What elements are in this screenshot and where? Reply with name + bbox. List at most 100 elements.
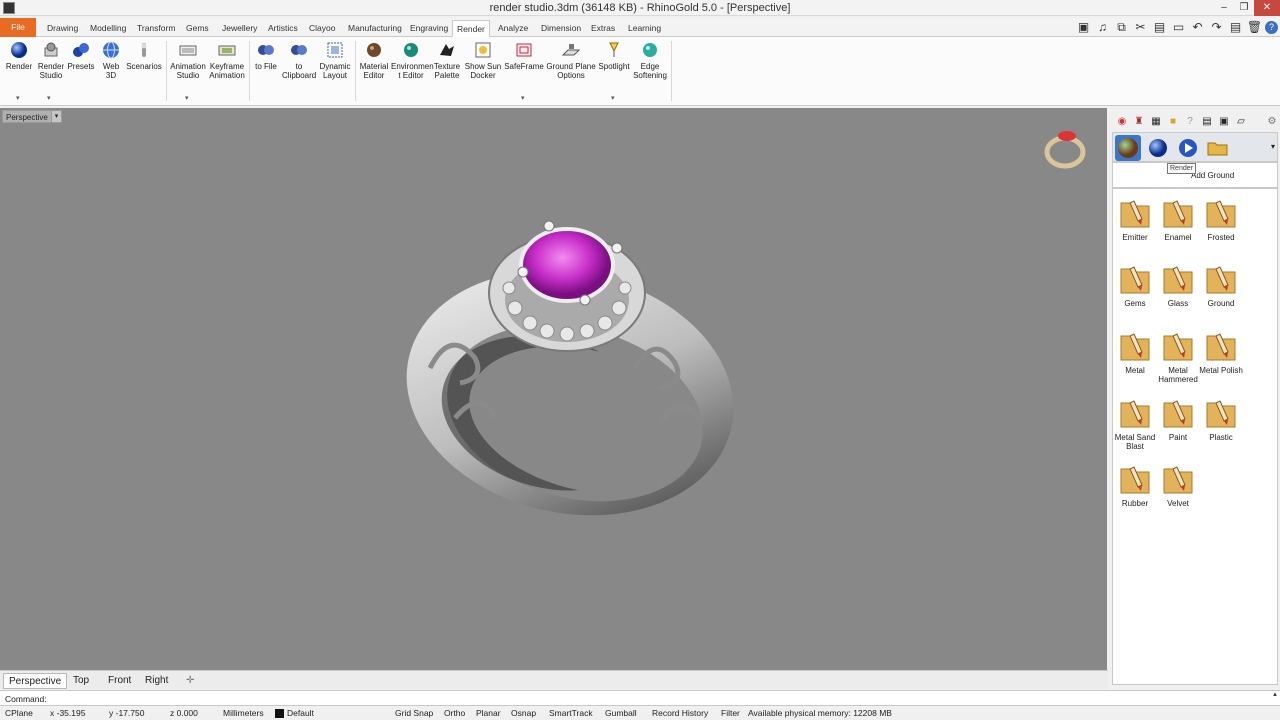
render-group-expand-icon[interactable]: ▾ — [16, 94, 20, 102]
material-editor-button[interactable]: Material Editor — [358, 41, 390, 80]
tab-right[interactable]: Right — [140, 673, 173, 689]
navigation-ring-icon[interactable] — [1043, 126, 1087, 170]
scenarios-button[interactable]: Scenarios — [126, 41, 162, 72]
paste-icon[interactable]: ▤ — [1151, 19, 1168, 36]
layer-label[interactable]: Default — [287, 708, 314, 718]
render-button[interactable] — [1145, 135, 1171, 161]
undo-icon[interactable]: ↶ — [1189, 19, 1206, 36]
add-viewport-icon[interactable]: ✛ — [181, 673, 199, 689]
delete-icon[interactable]: 🗑 — [1246, 19, 1263, 36]
dynamic-layout-button[interactable]: Dynamic Layout — [318, 41, 352, 80]
minimize-button[interactable]: – — [1214, 0, 1234, 16]
tab-learning[interactable]: Learning — [624, 20, 665, 37]
material-folder-ground[interactable]: Ground — [1200, 261, 1242, 308]
spotlight-button[interactable]: Spotlight — [598, 41, 630, 72]
material-folder-paint[interactable]: Paint — [1157, 395, 1199, 442]
tab-top[interactable]: Top — [68, 673, 94, 689]
shield-icon[interactable]: ♜ — [1132, 115, 1146, 129]
close-button[interactable]: ✕ — [1254, 0, 1280, 16]
units-label[interactable]: Millimeters — [223, 708, 264, 718]
material-folder-rubber[interactable]: Rubber — [1114, 461, 1156, 508]
smarttrack-toggle[interactable]: SmartTrack — [549, 708, 593, 718]
material-folder-velvet[interactable]: Velvet — [1157, 461, 1199, 508]
texture-palette-button[interactable]: Texture Palette — [432, 41, 462, 80]
material-folder-plastic[interactable]: Plastic — [1200, 395, 1242, 442]
render-studio-expand-icon[interactable]: ▾ — [47, 94, 51, 102]
redo-icon[interactable]: ↷ — [1208, 19, 1225, 36]
image-icon[interactable]: ▣ — [1075, 19, 1092, 36]
tab-transform[interactable]: Transform — [133, 20, 179, 37]
material-sphere-button[interactable] — [1115, 135, 1141, 161]
planar-toggle[interactable]: Planar — [476, 708, 501, 718]
grid-snap-toggle[interactable]: Grid Snap — [395, 708, 433, 718]
add-ground-button[interactable]: Add Ground — [1191, 171, 1234, 180]
palette-icon[interactable]: ▱ — [1234, 115, 1248, 129]
help-icon[interactable]: ? — [1265, 21, 1278, 34]
viewport-label[interactable]: Perspective — [2, 110, 52, 123]
show-sun-docker-button[interactable]: Show Sun Docker — [464, 41, 502, 80]
material-folder-gems[interactable]: Gems — [1114, 261, 1156, 308]
play-animation-button[interactable] — [1175, 135, 1201, 161]
tab-drawing[interactable]: Drawing — [43, 20, 82, 37]
material-folder-metal-sand-blast[interactable]: Metal Sand Blast — [1114, 395, 1156, 451]
to-file-button[interactable]: to File — [253, 41, 279, 72]
tab-render[interactable]: Render — [452, 20, 490, 37]
cut-icon[interactable]: ✂ — [1132, 19, 1149, 36]
tab-manufacturing[interactable]: Manufacturing — [344, 20, 406, 37]
web3d-button[interactable]: Web 3D — [98, 41, 124, 80]
tab-modelling[interactable]: Modelling — [86, 20, 130, 37]
render-button[interactable]: Render — [5, 41, 33, 72]
lights-expand-icon[interactable]: ▾ — [611, 94, 615, 102]
render-studio-button[interactable]: Render Studio — [36, 41, 66, 80]
material-folder-emitter[interactable]: Emitter — [1114, 195, 1156, 242]
command-input[interactable] — [50, 692, 1250, 705]
layers-icon[interactable]: ▦ — [1149, 115, 1163, 129]
presets-button[interactable]: Presets — [67, 41, 95, 72]
edge-softening-button[interactable]: Edge Softening — [632, 41, 668, 80]
tab-artistics[interactable]: Artistics — [264, 20, 302, 37]
command-scroll-icon[interactable]: ▴ — [1270, 690, 1280, 704]
viewport-menu-arrow-icon[interactable]: ▾ — [51, 110, 62, 123]
osnap-toggle[interactable]: Osnap — [511, 708, 536, 718]
clipboard-icon[interactable]: ▭ — [1170, 19, 1187, 36]
tab-gems[interactable]: Gems — [182, 20, 213, 37]
restore-button[interactable]: ❐ — [1234, 0, 1254, 16]
open-folder-button[interactable] — [1205, 135, 1231, 161]
tab-analyze[interactable]: Analyze — [494, 20, 532, 37]
tab-jewellery[interactable]: Jewellery — [218, 20, 261, 37]
perspective-viewport[interactable]: Perspective ▾ — [0, 108, 1107, 670]
image-icon[interactable]: ▣ — [1217, 115, 1231, 129]
safeframe-button[interactable]: SafeFrame — [504, 41, 544, 72]
save-icon[interactable]: ▤ — [1227, 19, 1244, 36]
tab-dimension[interactable]: Dimension — [537, 20, 585, 37]
record-history-toggle[interactable]: Record History — [652, 708, 708, 718]
folder-icon[interactable]: ■ — [1166, 115, 1180, 129]
tab-file[interactable]: File — [0, 18, 36, 37]
color-icon[interactable]: ◉ — [1115, 115, 1129, 129]
copy-icon[interactable]: ⧉ — [1113, 19, 1130, 36]
materials-expand-icon[interactable]: ▾ — [521, 94, 525, 102]
document-icon[interactable]: ▤ — [1200, 115, 1214, 129]
ortho-toggle[interactable]: Ortho — [444, 708, 465, 718]
panel-settings-icon[interactable]: ⚙ — [1265, 115, 1279, 129]
ground-plane-options-button[interactable]: Ground Plane Options — [546, 41, 596, 80]
to-clipboard-button[interactable]: to Clipboard — [282, 41, 316, 80]
material-folder-frosted[interactable]: Frosted — [1200, 195, 1242, 242]
filter-toggle[interactable]: Filter — [721, 708, 740, 718]
tab-engraving[interactable]: Engraving — [406, 20, 452, 37]
material-folder-metal[interactable]: Metal — [1114, 328, 1156, 375]
tab-front[interactable]: Front — [103, 673, 136, 689]
gumball-toggle[interactable]: Gumball — [605, 708, 637, 718]
tab-clayoo[interactable]: Clayoo — [305, 20, 339, 37]
material-folder-metal-hammered[interactable]: Metal Hammered — [1157, 328, 1199, 384]
animation-expand-icon[interactable]: ▾ — [185, 94, 189, 102]
material-folder-glass[interactable]: Glass — [1157, 261, 1199, 308]
cplane-label[interactable]: CPlane — [5, 708, 33, 718]
tab-perspective[interactable]: Perspective — [3, 673, 68, 689]
environment-editor-button[interactable]: Environmen t Editor — [391, 41, 434, 80]
toolbar-dropdown-icon[interactable]: ▾ — [1271, 142, 1275, 151]
microphone-icon[interactable]: ♫ — [1094, 19, 1111, 36]
material-folder-enamel[interactable]: Enamel — [1157, 195, 1199, 242]
tab-extras[interactable]: Extras — [587, 20, 619, 37]
help-icon[interactable]: ? — [1183, 115, 1197, 129]
